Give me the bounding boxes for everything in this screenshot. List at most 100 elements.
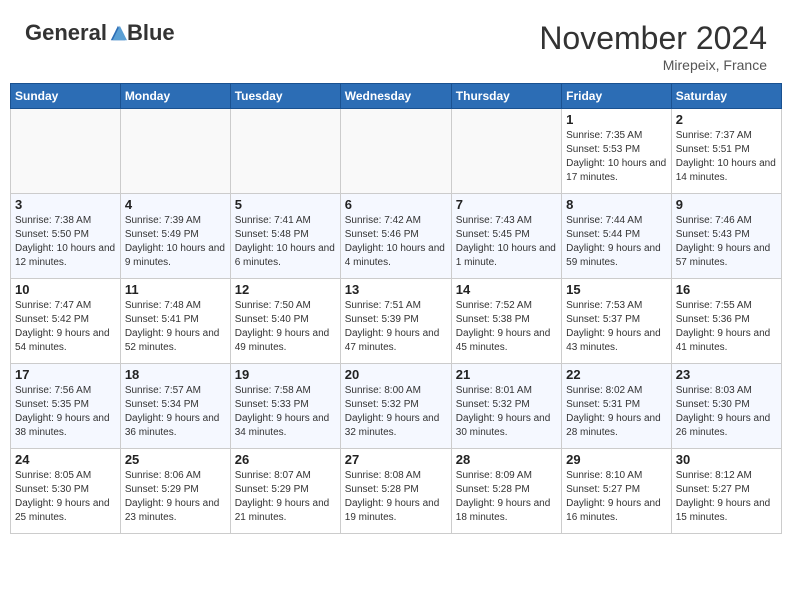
day-info: Sunrise: 8:08 AM Sunset: 5:28 PM Dayligh…: [345, 469, 447, 525]
day-number: 23: [676, 367, 777, 382]
calendar-cell: 28Sunrise: 8:09 AM Sunset: 5:28 PM Dayli…: [451, 449, 561, 534]
day-info: Sunrise: 7:58 AM Sunset: 5:33 PM Dayligh…: [235, 384, 336, 440]
calendar-cell: 25 Sunrise: 8:06 AM Sunset: 5:29 PM Dayli…: [120, 449, 230, 534]
calendar-cell: 16 Sunrise: 7:55 AM Sunset: 5:36 PM Dayli…: [671, 279, 781, 364]
day-info: Sunrise: 7:47 AM Sunset: 5:42 PM Dayligh…: [15, 299, 116, 355]
day-number: 29: [566, 452, 667, 467]
location: Mirepeix, France: [539, 57, 767, 73]
day-number: 5: [235, 197, 336, 212]
calendar-cell: [451, 109, 561, 194]
calendar-cell: 26 Sunrise: 8:07 AM Sunset: 5:29 PM Dayli…: [230, 449, 340, 534]
calendar-cell: 3Sunrise: 7:38 AM Sunset: 5:50 PM Daylig…: [11, 194, 121, 279]
calendar-cell: 22 Sunrise: 8:02 AM Sunset: 5:31 PM Dayli…: [562, 364, 672, 449]
day-number: 4: [125, 197, 226, 212]
day-info: Sunrise: 8:07 AM Sunset: 5:29 PM Dayligh…: [235, 469, 336, 525]
logo-blue: Blue: [127, 20, 175, 46]
day-number: 26: [235, 452, 336, 467]
day-number: 16: [676, 282, 777, 297]
calendar-header-wednesday: Wednesday: [340, 84, 451, 109]
calendar-cell: 24Sunrise: 8:05 AM Sunset: 5:30 PM Dayli…: [11, 449, 121, 534]
day-info: Sunrise: 7:39 AM Sunset: 5:49 PM Dayligh…: [125, 214, 226, 270]
calendar-cell: 7 Sunrise: 7:43 AM Sunset: 5:45 PM Daylig…: [451, 194, 561, 279]
calendar-cell: 21 Sunrise: 8:01 AM Sunset: 5:32 PM Dayli…: [451, 364, 561, 449]
calendar-cell: 14 Sunrise: 7:52 AM Sunset: 5:38 PM Dayli…: [451, 279, 561, 364]
day-info: Sunrise: 7:46 AM Sunset: 5:43 PM Dayligh…: [676, 214, 777, 270]
calendar-cell: 20 Sunrise: 8:00 AM Sunset: 5:32 PM Dayli…: [340, 364, 451, 449]
day-number: 15: [566, 282, 667, 297]
day-info: Sunrise: 8:00 AM Sunset: 5:32 PM Dayligh…: [345, 384, 447, 440]
day-number: 9: [676, 197, 777, 212]
logo: General Blue: [25, 20, 175, 46]
day-number: 2: [676, 112, 777, 127]
day-number: 27: [345, 452, 447, 467]
day-number: 1: [566, 112, 667, 127]
calendar-cell: 19 Sunrise: 7:58 AM Sunset: 5:33 PM Dayli…: [230, 364, 340, 449]
logo-icon: [109, 24, 127, 42]
day-info: Sunrise: 7:56 AM Sunset: 5:35 PM Dayligh…: [15, 384, 116, 440]
day-info: Sunrise: 7:50 AM Sunset: 5:40 PM Dayligh…: [235, 299, 336, 355]
calendar-cell: 15 Sunrise: 7:53 AM Sunset: 5:37 PM Dayli…: [562, 279, 672, 364]
day-number: 3: [15, 197, 116, 212]
page-header: General Blue November 2024 Mirepeix, Fra…: [10, 10, 782, 78]
day-info: Sunrise: 7:48 AM Sunset: 5:41 PM Dayligh…: [125, 299, 226, 355]
calendar-cell: [120, 109, 230, 194]
calendar-week-row-2: 3Sunrise: 7:38 AM Sunset: 5:50 PM Daylig…: [11, 194, 782, 279]
title-block: November 2024 Mirepeix, France: [539, 20, 767, 73]
day-info: Sunrise: 7:44 AM Sunset: 5:44 PM Dayligh…: [566, 214, 667, 270]
calendar-week-row-4: 17Sunrise: 7:56 AM Sunset: 5:35 PM Dayli…: [11, 364, 782, 449]
calendar-header-saturday: Saturday: [671, 84, 781, 109]
day-number: 30: [676, 452, 777, 467]
day-number: 8: [566, 197, 667, 212]
calendar-cell: 6 Sunrise: 7:42 AM Sunset: 5:46 PM Daylig…: [340, 194, 451, 279]
calendar-cell: 9 Sunrise: 7:46 AM Sunset: 5:43 PM Daylig…: [671, 194, 781, 279]
day-number: 21: [456, 367, 557, 382]
day-number: 10: [15, 282, 116, 297]
day-number: 11: [125, 282, 226, 297]
day-info: Sunrise: 8:06 AM Sunset: 5:29 PM Dayligh…: [125, 469, 226, 525]
day-info: Sunrise: 7:35 AM Sunset: 5:53 PM Dayligh…: [566, 129, 667, 185]
day-info: Sunrise: 7:53 AM Sunset: 5:37 PM Dayligh…: [566, 299, 667, 355]
calendar-cell: 1 Sunrise: 7:35 AM Sunset: 5:53 PM Daylig…: [562, 109, 672, 194]
calendar-cell: 27 Sunrise: 8:08 AM Sunset: 5:28 PM Dayli…: [340, 449, 451, 534]
day-number: 12: [235, 282, 336, 297]
day-info: Sunrise: 7:42 AM Sunset: 5:46 PM Dayligh…: [345, 214, 447, 270]
day-number: 22: [566, 367, 667, 382]
day-number: 24: [15, 452, 116, 467]
day-info: Sunrise: 8:02 AM Sunset: 5:31 PM Dayligh…: [566, 384, 667, 440]
calendar-header-row: SundayMondayTuesdayWednesdayThursdayFrid…: [11, 84, 782, 109]
calendar-cell: [11, 109, 121, 194]
day-info: Sunrise: 7:52 AM Sunset: 5:38 PM Dayligh…: [456, 299, 557, 355]
day-info: Sunrise: 8:12 AM Sunset: 5:27 PM Dayligh…: [676, 469, 777, 525]
day-info: Sunrise: 8:01 AM Sunset: 5:32 PM Dayligh…: [456, 384, 557, 440]
calendar-week-row-1: 1 Sunrise: 7:35 AM Sunset: 5:53 PM Daylig…: [11, 109, 782, 194]
calendar-cell: 17Sunrise: 7:56 AM Sunset: 5:35 PM Dayli…: [11, 364, 121, 449]
logo-general: General: [25, 20, 107, 46]
calendar-cell: 13Sunrise: 7:51 AM Sunset: 5:39 PM Dayli…: [340, 279, 451, 364]
day-number: 20: [345, 367, 447, 382]
calendar-cell: 5 Sunrise: 7:41 AM Sunset: 5:48 PM Daylig…: [230, 194, 340, 279]
day-number: 18: [125, 367, 226, 382]
calendar-header-friday: Friday: [562, 84, 672, 109]
day-info: Sunrise: 7:57 AM Sunset: 5:34 PM Dayligh…: [125, 384, 226, 440]
day-number: 7: [456, 197, 557, 212]
calendar-header-monday: Monday: [120, 84, 230, 109]
day-number: 28: [456, 452, 557, 467]
calendar-week-row-5: 24Sunrise: 8:05 AM Sunset: 5:30 PM Dayli…: [11, 449, 782, 534]
month-title: November 2024: [539, 20, 767, 57]
calendar-cell: 8 Sunrise: 7:44 AM Sunset: 5:44 PM Daylig…: [562, 194, 672, 279]
calendar-cell: 12 Sunrise: 7:50 AM Sunset: 5:40 PM Dayli…: [230, 279, 340, 364]
day-number: 25: [125, 452, 226, 467]
calendar-week-row-3: 10 Sunrise: 7:47 AM Sunset: 5:42 PM Dayli…: [11, 279, 782, 364]
day-number: 14: [456, 282, 557, 297]
calendar-cell: 10 Sunrise: 7:47 AM Sunset: 5:42 PM Dayli…: [11, 279, 121, 364]
calendar-header-thursday: Thursday: [451, 84, 561, 109]
calendar-header-sunday: Sunday: [11, 84, 121, 109]
day-info: Sunrise: 8:10 AM Sunset: 5:27 PM Dayligh…: [566, 469, 667, 525]
day-number: 13: [345, 282, 447, 297]
day-number: 19: [235, 367, 336, 382]
day-number: 6: [345, 197, 447, 212]
day-info: Sunrise: 8:03 AM Sunset: 5:30 PM Dayligh…: [676, 384, 777, 440]
day-info: Sunrise: 7:41 AM Sunset: 5:48 PM Dayligh…: [235, 214, 336, 270]
day-info: Sunrise: 7:43 AM Sunset: 5:45 PM Dayligh…: [456, 214, 557, 270]
day-info: Sunrise: 7:55 AM Sunset: 5:36 PM Dayligh…: [676, 299, 777, 355]
